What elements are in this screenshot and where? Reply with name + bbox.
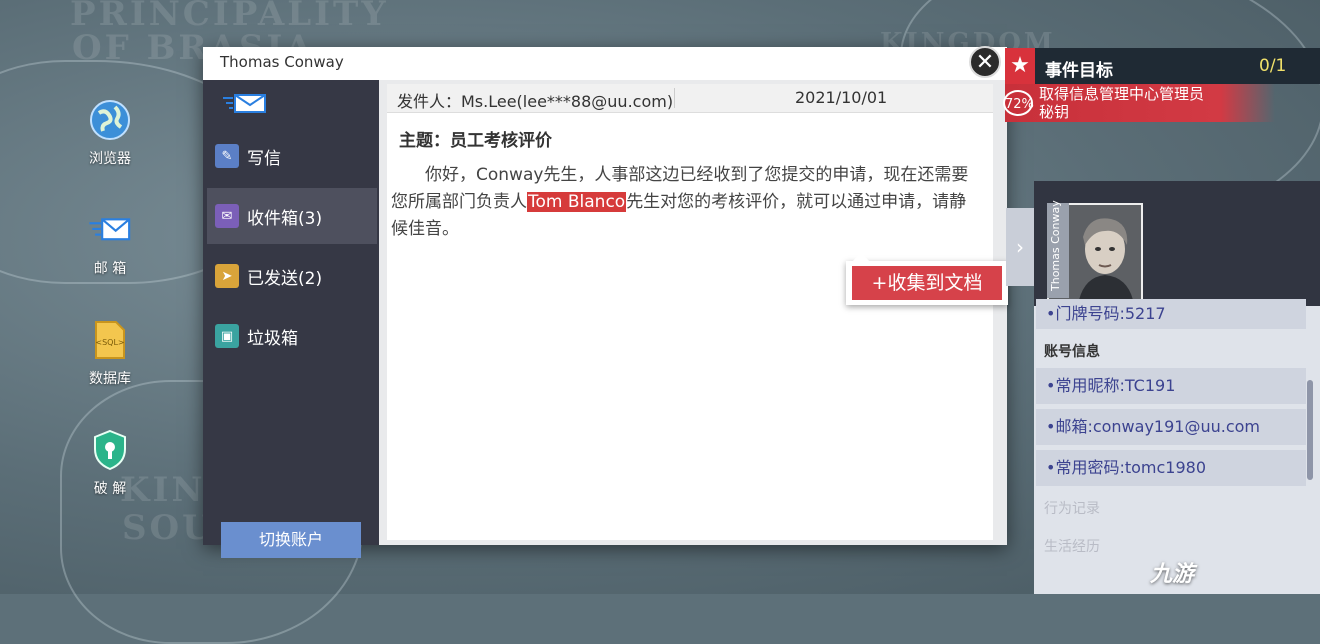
mail-date: 2021/10/01 [795,88,888,107]
collect-label: +收集到文档 [852,266,1002,300]
mail-content: 发件人：Ms.Lee(lee***88@uu.com) 2021/10/01 主… [387,84,1008,540]
header-divider [674,88,675,108]
sidebar-item-trash[interactable]: ▣ 垃圾箱 [207,308,377,364]
mail-subject: 主题：员工考核评价 [399,131,552,151]
tooltip-pointer [852,252,870,262]
watermark-logo: 九游 [1150,562,1195,587]
mail-sidebar: ✎ 写信 ✉ 收件箱(3) ➤ 已发送(2) ▣ 垃圾箱 切换账户 [203,80,379,558]
switch-account-button[interactable]: 切换账户 [221,522,361,558]
svg-text:<SQL>: <SQL> [95,338,124,347]
desktop-icon-label: 浏览器 [89,151,131,167]
event-goal-line: 取得信息管理中心管理员 [1039,85,1205,103]
inbox-icon: ✉ [215,204,239,228]
section-account-info: 账号信息 [1044,344,1100,360]
profile-header: Thomas Conway [1034,181,1320,306]
star-icon: ★ [1005,48,1035,84]
desktop-icon-label: 破 解 [93,481,127,497]
sql-file-icon: <SQL> [88,318,132,362]
close-icon[interactable]: ✕ [969,46,1001,78]
mail-body: 你好，Conway先生，人事部这边已经收到了您提交的申请，现在还需要您所属部门负… [391,162,981,243]
event-goal-panel[interactable]: ★ 事件目标 0/1 72% 取得信息管理中心管理员 秘钥 [1003,48,1320,122]
event-goal-line: 秘钥 [1039,103,1070,121]
profile-name: Thomas Conway [1049,200,1062,291]
sidebar-item-sent[interactable]: ➤ 已发送(2) [207,248,377,304]
mail-header: 发件人：Ms.Lee(lee***88@uu.com) 2021/10/01 [387,84,993,113]
profile-field-nickname[interactable]: •常用昵称:TC191 [1036,368,1306,404]
profile-field: •门牌号码:5217 [1036,299,1306,329]
mail-logo-icon [223,94,267,118]
event-goal-description: 取得信息管理中心管理员 秘钥 [1039,85,1204,121]
event-goal-title: 事件目标 [1045,61,1113,81]
sidebar-item-compose[interactable]: ✎ 写信 [207,128,377,184]
desktop-icon-label: 邮 箱 [93,261,127,277]
section-behavior-log[interactable]: 行为记录 [1044,498,1100,518]
sidebar-item-label: 写信 [247,148,281,169]
sidebar-item-label: 垃圾箱 [247,328,298,349]
desktop-icon-mail[interactable]: 邮 箱 [70,208,150,278]
trash-icon: ▣ [215,324,239,348]
profile-field-password[interactable]: •常用密码:tomc1980 [1036,450,1306,486]
portrait-name-tag: Thomas Conway [1047,200,1069,298]
collect-to-document-button[interactable]: +收集到文档 [846,252,1008,305]
sidebar-item-label: 已发送(2) [247,268,323,289]
mail-window: Thomas Conway ✎ 写信 ✉ 收件箱(3) ➤ 已发送(2) ▣ 垃… [203,47,1008,558]
desktop-icon-browser[interactable]: 浏览器 [70,98,150,168]
event-goal-task: 72% 取得信息管理中心管理员 秘钥 [1003,84,1275,122]
mail-sender: 发件人：Ms.Lee(lee***88@uu.com) [397,92,674,111]
section-life-history[interactable]: 生活经历 [1044,536,1100,556]
globe-icon [88,98,132,142]
event-progress-ring: 72% [1003,90,1034,116]
desktop-icon-crack[interactable]: 破 解 [70,428,150,498]
desktop-icon-database[interactable]: <SQL> 数据库 [70,318,150,388]
sent-icon: ➤ [215,264,239,288]
chevron-right-icon[interactable]: › [1006,208,1034,286]
profile-scrollbar[interactable] [1307,380,1313,480]
sidebar-item-inbox[interactable]: ✉ 收件箱(3) [207,188,377,244]
window-title: Thomas Conway [203,47,1007,80]
mail-icon [88,208,132,252]
event-goal-count: 0/1 [1259,56,1287,76]
shield-key-icon [88,428,132,472]
desktop-icon-label: 数据库 [89,371,131,387]
profile-panel: Thomas Conway •门牌号码:5217 账号信息 •常用昵称:TC19… [1034,181,1320,594]
compose-icon: ✎ [215,144,239,168]
event-goal-header: ★ 事件目标 0/1 [1005,48,1320,84]
profile-field-email[interactable]: •邮箱:conway191@uu.com [1036,409,1306,445]
sidebar-item-label: 收件箱(3) [247,208,323,229]
highlighted-keyword[interactable]: Tom Blanco [527,192,627,212]
